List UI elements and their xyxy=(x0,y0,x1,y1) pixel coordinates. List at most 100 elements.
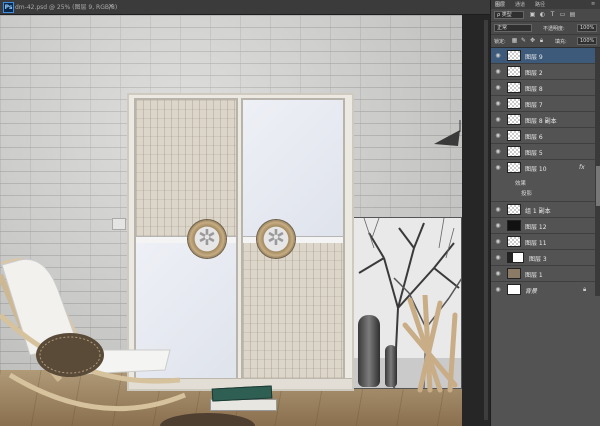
layer-row[interactable]: ◉ 图层 2 xyxy=(491,64,595,80)
layer-name: 图层 1 xyxy=(525,272,543,279)
layer-row[interactable]: ◉ 图层 3 xyxy=(491,250,595,266)
small-vase xyxy=(385,345,397,387)
canvas-scrollbar[interactable] xyxy=(484,20,488,420)
layer-thumbnail xyxy=(507,284,521,295)
lock-label: 锁定: xyxy=(494,39,506,45)
smart-filter-icon[interactable]: ▤ xyxy=(569,11,576,18)
kind-filter-select[interactable]: ρ 类型 xyxy=(494,11,524,19)
visibility-eye-icon[interactable]: ◉ xyxy=(494,68,502,76)
layer-thumbnail xyxy=(507,146,521,157)
decorative-sticks xyxy=(402,295,458,393)
layer-name: 图层 9 xyxy=(525,54,543,61)
layer-row[interactable]: ◉ 图层 12 xyxy=(491,218,595,234)
visibility-eye-icon[interactable]: ◉ xyxy=(494,100,502,108)
layer-row[interactable]: ◉ 图层 10 fx 效果 投影 xyxy=(491,160,595,202)
layer-row[interactable]: ◉ 图层 6 xyxy=(491,128,595,144)
layer-name: 组 1 副本 xyxy=(525,208,551,215)
layer-row[interactable]: ◉ 图层 8 xyxy=(491,80,595,96)
layer-thumbnail xyxy=(507,50,521,61)
layer-thumbnail xyxy=(507,236,521,247)
visibility-eye-icon[interactable]: ◉ xyxy=(494,148,502,156)
filter-row: ρ 类型 ▣ ◐ T ▭ ▤ xyxy=(491,9,600,22)
drop-shadow-effect[interactable]: 投影 xyxy=(521,189,532,197)
visibility-eye-icon[interactable]: ◉ xyxy=(494,52,502,60)
rocking-chair xyxy=(0,258,186,412)
layer-thumbnail xyxy=(507,204,521,215)
blend-mode-select[interactable]: 正常 xyxy=(494,24,532,32)
lock-all-icon[interactable]: 🔒︎ xyxy=(538,37,545,44)
close-tab-icon[interactable]: × xyxy=(108,2,114,10)
layer-name: 图层 2 xyxy=(525,70,543,77)
layer-name: 图层 11 xyxy=(525,240,547,247)
lock-position-icon[interactable]: ✥ xyxy=(529,37,536,44)
layer-thumbnail xyxy=(507,162,521,173)
tall-vase xyxy=(358,315,380,387)
visibility-eye-icon[interactable]: ◉ xyxy=(494,270,502,278)
layer-name: 图层 10 xyxy=(525,166,547,173)
tab-layers[interactable]: 图层 xyxy=(495,1,505,8)
layers-scrollbar[interactable] xyxy=(595,48,600,296)
layer-name: 图层 5 xyxy=(525,150,543,157)
layer-mask-thumbnail xyxy=(512,252,524,263)
document-tab-title: dm-42.psd @ 25% (图层 9, RGB/8) xyxy=(15,4,118,11)
panel-menu-icon[interactable]: ≡ xyxy=(591,1,595,7)
visibility-eye-icon[interactable]: ◉ xyxy=(494,286,502,294)
layer-thumbnail xyxy=(507,268,521,279)
effects-label: 效果 xyxy=(515,181,527,187)
layer-thumbnail xyxy=(507,98,521,109)
visibility-eye-icon[interactable]: ◉ xyxy=(494,238,502,246)
wall-lamp xyxy=(434,120,461,146)
fill-label: 填充: xyxy=(555,39,567,45)
layer-row[interactable]: ◉ 图层 1 xyxy=(491,266,595,282)
layer-name: 图层 12 xyxy=(525,224,547,231)
right-medallion: ✲ xyxy=(257,220,295,258)
wall-socket xyxy=(112,218,126,230)
visibility-eye-icon[interactable]: ◉ xyxy=(494,206,502,214)
layers-panel: 图层 通道 路径 ≡ ρ 类型 ▣ ◐ T ▭ ▤ 正常 不透明度: 100% … xyxy=(490,0,600,426)
adjust-filter-icon[interactable]: ◐ xyxy=(539,11,546,18)
left-medallion: ✲ xyxy=(188,220,226,258)
visibility-eye-icon[interactable]: ◉ xyxy=(494,254,502,262)
blend-row: 正常 不透明度: 100% xyxy=(491,22,600,35)
lock-transparent-icon[interactable]: ▦ xyxy=(511,37,518,44)
layer-name: 图层 6 xyxy=(525,134,543,141)
pixel-filter-icon[interactable]: ▣ xyxy=(529,11,536,18)
type-filter-icon[interactable]: T xyxy=(549,11,556,18)
layer-thumbnail xyxy=(507,66,521,77)
layer-thumbnail xyxy=(507,82,521,93)
tab-channels[interactable]: 通道 xyxy=(515,1,525,8)
layers-list: ◉ 图层 9 ◉ 图层 2 ◉ 图层 8 ◉ 图层 7 ◉ 图层 8 副本 ◉ … xyxy=(491,48,595,298)
visibility-eye-icon[interactable]: ◉ xyxy=(494,84,502,92)
layer-thumbnail xyxy=(507,114,521,125)
book-stack xyxy=(210,385,277,411)
layer-name: 图层 7 xyxy=(525,102,543,109)
layer-row[interactable]: ◉ 图层 11 xyxy=(491,234,595,250)
lock-pixels-icon[interactable]: ✎ xyxy=(520,37,527,44)
layer-row[interactable]: ◉ 图层 7 xyxy=(491,96,595,112)
document-tab[interactable]: Ps dm-42.psd @ 25% (图层 9, RGB/8) × xyxy=(0,0,490,15)
layer-name: 图层 8 副本 xyxy=(525,118,557,125)
layer-row[interactable]: ◉ 组 1 副本 xyxy=(491,202,595,218)
fill-input[interactable]: 100% xyxy=(577,37,597,45)
opacity-input[interactable]: 100% xyxy=(577,24,597,32)
layer-name: 背景 xyxy=(525,288,538,295)
layer-thumbnail xyxy=(507,220,521,231)
visibility-eye-icon[interactable]: ◉ xyxy=(494,132,502,140)
visibility-eye-icon[interactable]: ◉ xyxy=(494,222,502,230)
photoshop-icon: Ps xyxy=(3,2,14,13)
layer-name: 图层 8 xyxy=(525,86,543,93)
panel-empty-area xyxy=(491,296,600,426)
layer-row[interactable]: ◉ 图层 5 xyxy=(491,144,595,160)
layer-effects-fx-icon[interactable]: fx xyxy=(579,164,585,171)
layer-name: 图层 3 xyxy=(529,256,547,263)
panel-tabs: 图层 通道 路径 ≡ xyxy=(491,0,600,9)
lock-row: 锁定: ▦ ✎ ✥ 🔒︎ 填充: 100% xyxy=(491,35,600,48)
visibility-eye-icon[interactable]: ◉ xyxy=(494,164,502,172)
shape-filter-icon[interactable]: ▭ xyxy=(559,11,566,18)
layer-row[interactable]: ◉ 图层 9 xyxy=(491,48,595,64)
background-lock-icon: 🔒︎ xyxy=(583,286,587,293)
tab-paths[interactable]: 路径 xyxy=(535,1,545,8)
visibility-eye-icon[interactable]: ◉ xyxy=(494,116,502,124)
layer-row[interactable]: ◉ 图层 8 副本 xyxy=(491,112,595,128)
document-canvas[interactable]: ✲ ✲ xyxy=(0,15,462,426)
